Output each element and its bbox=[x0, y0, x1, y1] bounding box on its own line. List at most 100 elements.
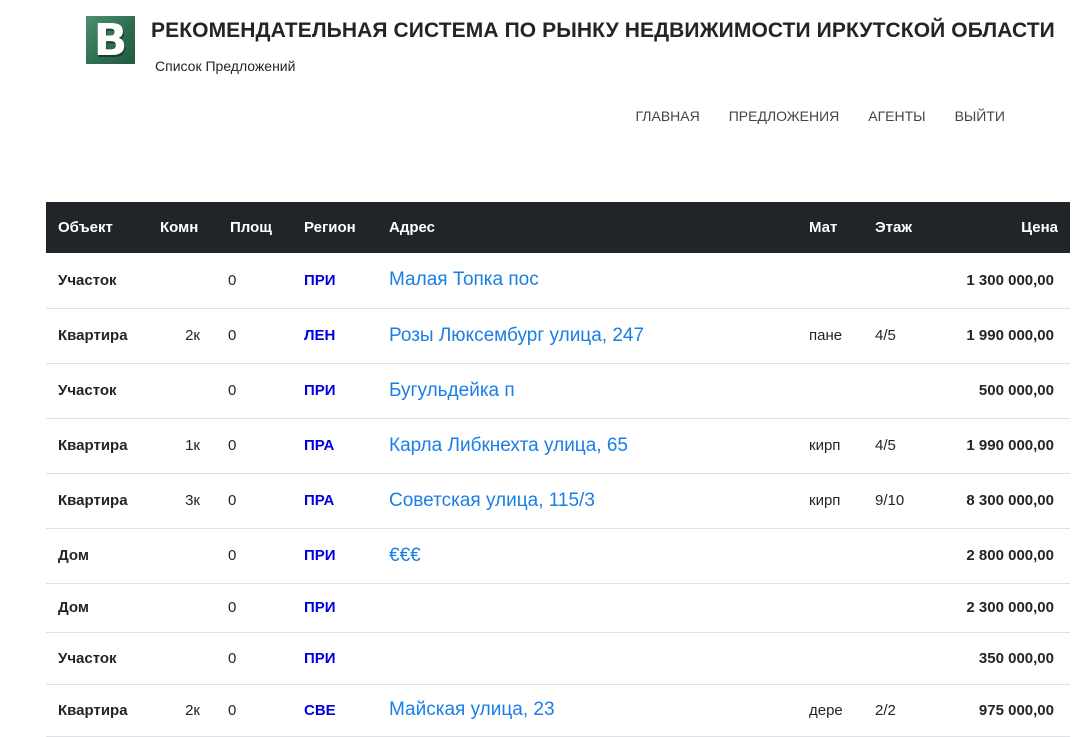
table-row[interactable]: Участок 0 ПРИ Бугульдейка п 500 000,00 bbox=[46, 363, 1070, 418]
cell-object: Участок bbox=[58, 271, 117, 289]
cell-region: ПРИ bbox=[304, 649, 336, 667]
cell-material: кирп bbox=[809, 492, 841, 509]
cell-floor bbox=[863, 632, 933, 684]
cell-area: 0 bbox=[228, 382, 237, 399]
table-row[interactable]: Квартира 2к 0 СВЕ Майская улица, 23 дере… bbox=[46, 684, 1070, 736]
address-link[interactable]: Бугульдейка п bbox=[389, 380, 515, 401]
nav-offers-link[interactable]: ПРЕДЛОЖЕНИЯ bbox=[729, 108, 840, 124]
cell-area: 0 bbox=[228, 649, 237, 667]
main-nav: ГЛАВНАЯ ПРЕДЛОЖЕНИЯ АГЕНТЫ ВЫЙТИ bbox=[636, 108, 1006, 124]
site-title: РЕКОМЕНДАТЕЛЬНАЯ СИСТЕМА ПО РЫНКУ НЕДВИЖ… bbox=[151, 19, 1055, 42]
address-link[interactable]: Советская улица, 115/3 bbox=[389, 490, 595, 511]
cell-material: кирп bbox=[809, 437, 841, 454]
cell-floor: 4/5 bbox=[875, 437, 896, 454]
cell-address bbox=[377, 583, 797, 632]
nav-logout-link[interactable]: ВЫЙТИ bbox=[955, 108, 1005, 124]
cell-region: СВЕ bbox=[304, 701, 336, 719]
col-header-rooms[interactable]: Комн bbox=[148, 202, 218, 253]
table-header-row: Объект Комн Площ Регион Адрес Мат Этаж Ц… bbox=[46, 202, 1070, 253]
address-link[interactable]: Карла Либкнехта улица, 65 bbox=[389, 435, 628, 456]
cell-rooms: 3к bbox=[185, 492, 200, 509]
cell-rooms bbox=[148, 583, 218, 632]
logo-letter: B bbox=[93, 15, 128, 66]
cell-area: 0 bbox=[228, 701, 237, 719]
cell-address: Советская улица, 115/3 bbox=[377, 473, 797, 528]
page-header: B РЕКОМЕНДАТЕЛЬНАЯ СИСТЕМА ПО РЫНКУ НЕДВ… bbox=[0, 0, 1087, 202]
cell-address: Розы Люксембург улица, 247 bbox=[377, 308, 797, 363]
cell-region: ПРИ bbox=[304, 599, 336, 616]
cell-price: 1 300 000,00 bbox=[966, 271, 1054, 289]
cell-region: ПРА bbox=[304, 492, 335, 509]
cell-region: ПРИ bbox=[304, 547, 336, 564]
cell-floor: 9/10 bbox=[875, 492, 905, 509]
cell-area: 0 bbox=[228, 547, 237, 564]
cell-object: Участок bbox=[58, 649, 117, 667]
cell-rooms bbox=[148, 528, 218, 583]
table-row[interactable]: Квартира 2к 0 ЛЕН Розы Люксембург улица,… bbox=[46, 308, 1070, 363]
cell-price: 975 000,00 bbox=[978, 701, 1054, 719]
offers-table: Объект Комн Площ Регион Адрес Мат Этаж Ц… bbox=[46, 202, 1070, 737]
cell-area: 0 bbox=[228, 327, 237, 344]
cell-price: 2 300 000,00 bbox=[966, 599, 1054, 616]
col-header-price[interactable]: Цена bbox=[933, 202, 1070, 253]
cell-area: 0 bbox=[228, 599, 237, 616]
cell-rooms bbox=[148, 632, 218, 684]
cell-object: Квартира bbox=[58, 701, 128, 719]
page-subtitle: Список Предложений bbox=[155, 58, 296, 74]
col-header-area[interactable]: Площ bbox=[218, 202, 292, 253]
table-row[interactable]: Квартира 3к 0 ПРА Советская улица, 115/3… bbox=[46, 473, 1070, 528]
cell-area: 0 bbox=[228, 492, 237, 509]
col-header-material[interactable]: Мат bbox=[797, 202, 863, 253]
table-row[interactable]: Участок 0 ПРИ 350 000,00 bbox=[46, 632, 1070, 684]
table-row[interactable]: Дом 0 ПРИ €€€ 2 800 000,00 bbox=[46, 528, 1070, 583]
cell-address: Бугульдейка п bbox=[377, 363, 797, 418]
cell-price: 350 000,00 bbox=[978, 649, 1054, 667]
cell-address: €€€ bbox=[377, 528, 797, 583]
address-link[interactable]: €€€ bbox=[389, 545, 421, 566]
cell-material bbox=[797, 583, 863, 632]
col-header-address[interactable]: Адрес bbox=[377, 202, 797, 253]
cell-object: Дом bbox=[58, 599, 89, 616]
col-header-region[interactable]: Регион bbox=[292, 202, 377, 253]
address-link[interactable]: Майская улица, 23 bbox=[389, 699, 555, 720]
cell-address: Майская улица, 23 bbox=[377, 684, 797, 736]
cell-rooms: 2к bbox=[185, 701, 200, 719]
cell-material bbox=[797, 528, 863, 583]
cell-object: Квартира bbox=[58, 492, 128, 509]
cell-material bbox=[797, 253, 863, 308]
cell-object: Квартира bbox=[58, 437, 128, 454]
site-logo[interactable]: B bbox=[86, 16, 135, 64]
cell-material bbox=[797, 363, 863, 418]
col-header-floor[interactable]: Этаж bbox=[863, 202, 933, 253]
cell-floor bbox=[863, 528, 933, 583]
address-link[interactable]: Розы Люксембург улица, 247 bbox=[389, 325, 644, 346]
cell-rooms bbox=[148, 363, 218, 418]
cell-region: ПРИ bbox=[304, 382, 336, 399]
address-link[interactable]: Малая Топка пос bbox=[389, 269, 539, 290]
cell-price: 8 300 000,00 bbox=[966, 492, 1054, 509]
cell-price: 500 000,00 bbox=[978, 382, 1054, 399]
cell-rooms: 2к bbox=[185, 327, 200, 344]
cell-rooms bbox=[148, 253, 218, 308]
cell-floor bbox=[863, 363, 933, 418]
cell-price: 2 800 000,00 bbox=[966, 547, 1054, 564]
nav-home-link[interactable]: ГЛАВНАЯ bbox=[636, 108, 700, 124]
cell-area: 0 bbox=[228, 437, 237, 454]
table-row[interactable]: Дом 0 ПРИ 2 300 000,00 bbox=[46, 583, 1070, 632]
cell-floor bbox=[863, 583, 933, 632]
cell-object: Дом bbox=[58, 547, 89, 564]
table-row[interactable]: Участок 0 ПРИ Малая Топка пос 1 300 000,… bbox=[46, 253, 1070, 308]
cell-address: Карла Либкнехта улица, 65 bbox=[377, 418, 797, 473]
cell-material: пане bbox=[809, 327, 843, 344]
cell-price: 1 990 000,00 bbox=[966, 437, 1054, 454]
cell-region: ПРА bbox=[304, 437, 335, 454]
nav-agents-link[interactable]: АГЕНТЫ bbox=[868, 108, 925, 124]
cell-floor bbox=[863, 253, 933, 308]
cell-region: ПРИ bbox=[304, 271, 336, 289]
cell-area: 0 bbox=[228, 271, 237, 289]
col-header-object[interactable]: Объект bbox=[46, 202, 148, 253]
cell-floor: 2/2 bbox=[875, 701, 896, 719]
table-row[interactable]: Квартира 1к 0 ПРА Карла Либкнехта улица,… bbox=[46, 418, 1070, 473]
cell-region: ЛЕН bbox=[304, 327, 336, 344]
cell-floor: 4/5 bbox=[875, 327, 896, 344]
